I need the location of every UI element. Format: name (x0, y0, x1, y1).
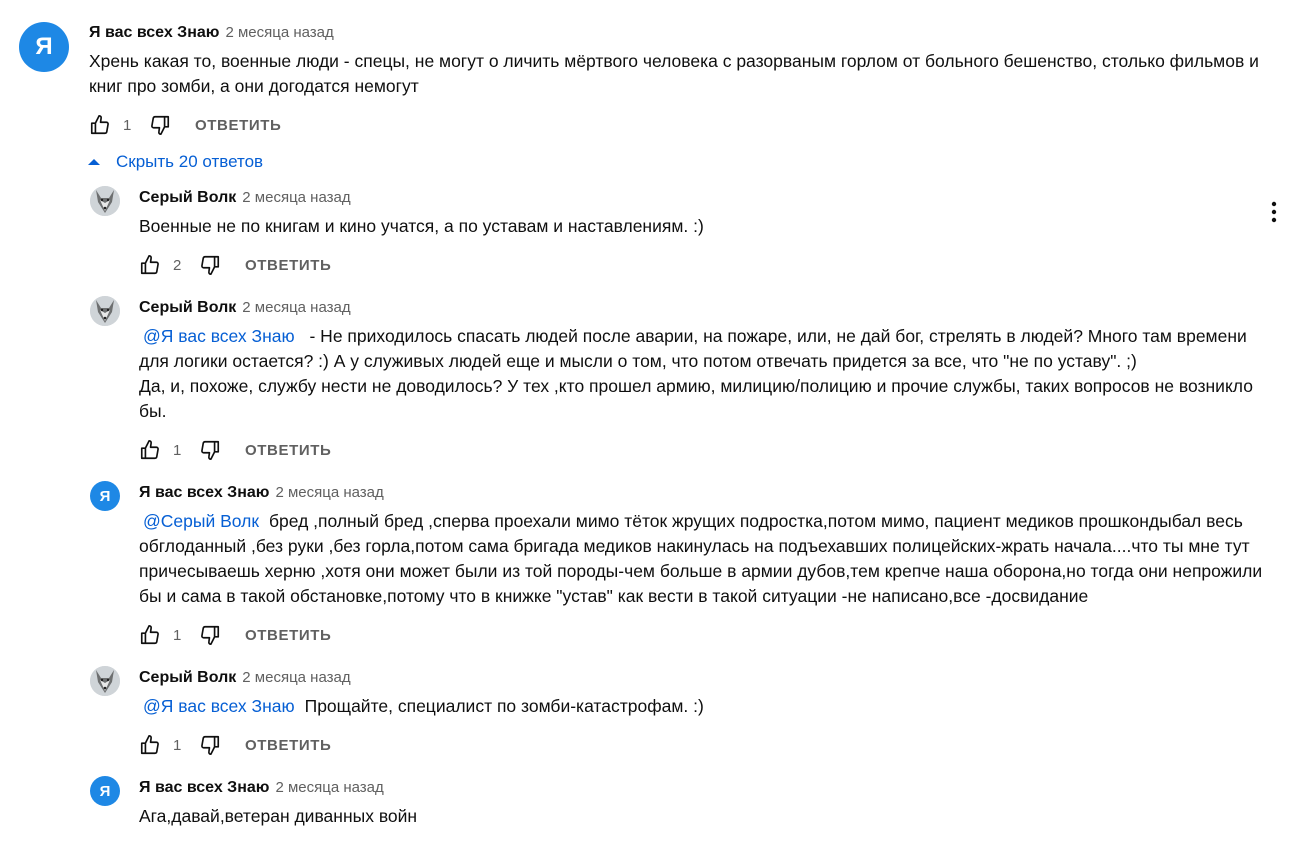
comment-body: Хрень какая то, военные люди - спецы, не… (89, 51, 1259, 96)
thumbs-down-icon[interactable] (197, 732, 223, 758)
reply-button[interactable]: ОТВЕТИТЬ (245, 257, 331, 274)
reply-header: Серый Волк 2 месяца назад (139, 189, 351, 207)
like-count: 1 (173, 441, 182, 459)
reply-time[interactable]: 2 месяца назад (275, 779, 383, 796)
reply-time[interactable]: 2 месяца назад (275, 484, 383, 501)
reply-author[interactable]: Серый Волк (139, 189, 236, 206)
reply-actions: 2 ОТВЕТИТЬ (137, 250, 331, 280)
avatar-letter: Я (35, 33, 53, 60)
thumbs-down-icon[interactable] (197, 622, 223, 648)
thumbs-up-icon[interactable] (137, 437, 163, 463)
comment-time[interactable]: 2 месяца назад (225, 24, 333, 41)
thumbs-up-icon[interactable] (87, 112, 113, 138)
reply-text: Ага,давай,ветеран диванных войн (139, 804, 1264, 829)
reply-header: Я вас всех Знаю 2 месяца назад (139, 779, 384, 797)
reply-button[interactable]: ОТВЕТИТЬ (245, 442, 331, 459)
mention-link[interactable]: @Серый Волк (143, 511, 259, 531)
reply-body-continued: Да, и, похоже, службу нести не доводилос… (139, 376, 1253, 421)
avatar[interactable]: Я (90, 481, 120, 511)
like-count: 1 (173, 736, 182, 754)
like-count: 1 (173, 626, 182, 644)
reply-text: @Я вас всех Знаю Прощайте, специалист по … (139, 694, 1264, 719)
reply-body: - Не приходилось спасать людей после ава… (139, 326, 1247, 371)
reply-button[interactable]: ОТВЕТИТЬ (245, 627, 331, 644)
comment-thread: Я Я вас всех Знаю 2 месяца назад Хрень ка… (0, 0, 1307, 847)
hide-replies-label: Скрыть 20 ответов (116, 152, 264, 171)
reply-body: Ага,давай,ветеран диванных войн (139, 806, 418, 826)
like-count: 2 (173, 256, 182, 274)
thumbs-up-icon[interactable] (137, 622, 163, 648)
avatar-letter: Я (99, 487, 111, 505)
like-count: 1 (123, 116, 132, 134)
thumbs-up-icon[interactable] (137, 732, 163, 758)
mention-link[interactable]: @Я вас всех Знаю (143, 696, 295, 716)
reply-text: Военные не по книгам и кино учатся, а по… (139, 214, 1254, 239)
reply-button[interactable]: ОТВЕТИТЬ (245, 737, 331, 754)
reply-button[interactable]: ОТВЕТИТЬ (195, 117, 281, 134)
chevron-up-icon (88, 159, 100, 165)
wolf-avatar[interactable] (90, 666, 120, 696)
reply-time[interactable]: 2 месяца назад (242, 299, 350, 316)
comment-text: Хрень какая то, военные люди - спецы, не… (89, 49, 1259, 99)
thumbs-down-icon[interactable] (197, 437, 223, 463)
comment-header: Я вас всех Знаю 2 месяца назад (89, 24, 334, 42)
reply-header: Серый Волк 2 месяца назад (139, 669, 351, 687)
reply-actions: 1 ОТВЕТИТЬ (137, 435, 331, 465)
reply-body: Прощайте, специалист по зомби-катастрофа… (304, 696, 704, 716)
wolf-avatar[interactable] (90, 186, 120, 216)
reply-body: Военные не по книгам и кино учатся, а по… (139, 216, 704, 236)
reply-text: @Серый Волк бред ,полный бред ,сперва про… (139, 509, 1264, 609)
reply-header: Я вас всех Знаю 2 месяца назад (139, 484, 384, 502)
reply-body: бред ,полный бред ,сперва проехали мимо … (139, 511, 1263, 606)
reply-actions: 1 ОТВЕТИТЬ (137, 730, 331, 760)
thumbs-down-icon[interactable] (197, 252, 223, 278)
comment-actions: 1 ОТВЕТИТЬ (87, 110, 281, 140)
mention-link[interactable]: @Я вас всех Знаю (143, 326, 295, 346)
reply-time[interactable]: 2 месяца назад (242, 189, 350, 206)
reply-actions: 1 ОТВЕТИТЬ (137, 620, 331, 650)
wolf-avatar[interactable] (90, 296, 120, 326)
avatar[interactable]: Я (19, 22, 69, 72)
comment-author[interactable]: Я вас всех Знаю (89, 24, 219, 41)
reply-author[interactable]: Я вас всех Знаю (139, 484, 269, 501)
reply-text: @Я вас всех Знаю - Не приходилось спасат… (139, 324, 1264, 424)
thumbs-up-icon[interactable] (137, 252, 163, 278)
avatar[interactable]: Я (90, 776, 120, 806)
avatar-letter: Я (99, 782, 111, 800)
reply-header: Серый Волк 2 месяца назад (139, 299, 351, 317)
reply-author[interactable]: Я вас всех Знаю (139, 779, 269, 796)
thumbs-down-icon[interactable] (147, 112, 173, 138)
hide-replies-button[interactable]: Скрыть 20 ответов (86, 149, 263, 175)
reply-author[interactable]: Серый Волк (139, 299, 236, 316)
reply-time[interactable]: 2 месяца назад (242, 669, 350, 686)
more-vertical-icon[interactable] (1262, 199, 1286, 225)
reply-author[interactable]: Серый Волк (139, 669, 236, 686)
